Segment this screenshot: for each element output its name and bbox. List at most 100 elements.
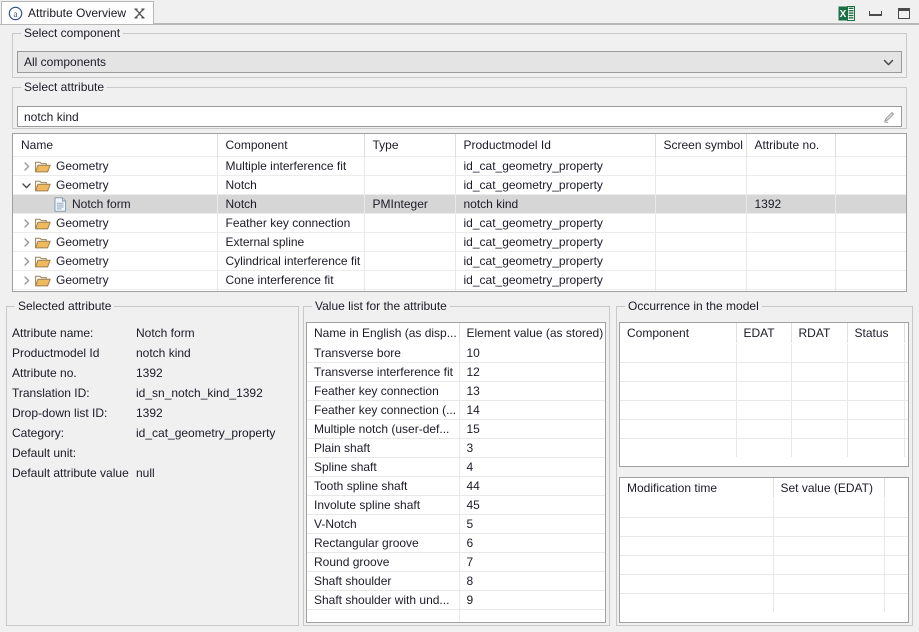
chevron-down-icon[interactable] bbox=[21, 180, 32, 191]
chevron-right-icon[interactable] bbox=[21, 161, 32, 172]
tree-row[interactable]: GeometryFeather key connectionid_cat_geo… bbox=[13, 214, 906, 233]
value-list-row[interactable]: Round groove7 bbox=[307, 553, 605, 572]
value-list-table[interactable]: Name in English (as disp... Element valu… bbox=[306, 322, 606, 623]
tree-cell-spare bbox=[835, 214, 906, 233]
value-list-col-name[interactable]: Name in English (as disp... bbox=[307, 323, 459, 344]
value-list-cell-value: 3 bbox=[459, 439, 605, 458]
tree-cell-attribute-no bbox=[746, 233, 835, 252]
tree-cell-type bbox=[364, 271, 455, 290]
chevron-right-icon[interactable] bbox=[21, 218, 32, 229]
folder-icon bbox=[35, 217, 51, 230]
value-list-row[interactable]: Feather key connection (...14 bbox=[307, 401, 605, 420]
occurrence-col-component[interactable]: Component bbox=[620, 323, 736, 344]
chevron-down-icon[interactable] bbox=[882, 56, 895, 69]
tree-cell-productmodel-id: id_cat_geometry_property bbox=[455, 233, 655, 252]
minimize-icon[interactable] bbox=[866, 4, 884, 22]
tree-row[interactable]: GeometryNotchid_cat_geometry_property bbox=[13, 176, 906, 195]
occurrence-row-empty-cell bbox=[847, 439, 904, 458]
select-component-label: Select component bbox=[21, 26, 123, 40]
value-list-row[interactable]: Tooth spline shaft44 bbox=[307, 477, 605, 496]
attribute-tree-table[interactable]: Name Component Type Productmodel Id Scre… bbox=[12, 133, 907, 292]
detail-label: Default attribute value bbox=[12, 466, 129, 480]
tree-cell-attribute-no bbox=[746, 252, 835, 271]
chevron-right-icon[interactable] bbox=[21, 275, 32, 286]
occurrence-row-empty-cell bbox=[736, 401, 791, 420]
occurrence-body bbox=[620, 344, 909, 458]
maximize-icon[interactable] bbox=[895, 4, 913, 22]
tree-cell-screen-symbol bbox=[655, 157, 746, 176]
tree-col-spare[interactable] bbox=[835, 134, 906, 157]
tree-row[interactable]: GeometryMultiple interference fitid_cat_… bbox=[13, 157, 906, 176]
value-list-row[interactable]: Shaft shoulder with und...9 bbox=[307, 591, 605, 610]
value-list-col-value[interactable]: Element value (as stored) bbox=[459, 323, 605, 344]
tree-cell-component: Notch bbox=[217, 176, 364, 195]
value-list-row[interactable]: Shaft shoulder8 bbox=[307, 572, 605, 591]
occurrence-col-edat[interactable]: EDAT bbox=[736, 323, 791, 344]
tree-cell-empty bbox=[217, 290, 364, 293]
modification-col-time[interactable]: Modification time bbox=[620, 478, 773, 499]
occurrence-col-spare[interactable] bbox=[904, 323, 909, 344]
tree-cell-component: Multiple interference fit bbox=[217, 157, 364, 176]
tree-cell-screen-symbol bbox=[655, 195, 746, 214]
modification-row-empty-cell bbox=[884, 537, 909, 556]
excel-export-icon[interactable]: X bbox=[837, 4, 855, 22]
modification-col-spare[interactable] bbox=[884, 478, 909, 499]
tree-cell-component: Notch bbox=[217, 195, 364, 214]
modification-row-empty-cell bbox=[884, 518, 909, 537]
value-list-cell-value: 7 bbox=[459, 553, 605, 572]
tab-attribute-overview[interactable]: a Attribute Overview bbox=[1, 1, 154, 24]
tree-col-screen-symbol[interactable]: Screen symbol bbox=[655, 134, 746, 157]
occurrence-col-status[interactable]: Status bbox=[847, 323, 904, 344]
tree-cell-spare bbox=[835, 195, 906, 214]
value-list-row[interactable]: Transverse interference fit12 bbox=[307, 363, 605, 382]
modification-row-empty-cell bbox=[884, 556, 909, 575]
occurrence-row-empty bbox=[620, 420, 909, 439]
tree-row[interactable]: GeometryCone interference fitid_cat_geom… bbox=[13, 271, 906, 290]
close-icon[interactable] bbox=[133, 7, 146, 20]
tree-cell-component: External spline bbox=[217, 233, 364, 252]
occurrence-table[interactable]: Component EDAT RDAT Status bbox=[619, 322, 909, 467]
tree-col-attribute-no[interactable]: Attribute no. bbox=[746, 134, 835, 157]
attribute-search-input[interactable]: notch kind bbox=[17, 106, 902, 127]
tree-row-label: Geometry bbox=[56, 178, 109, 192]
tree-col-component[interactable]: Component bbox=[217, 134, 364, 157]
tree-row[interactable]: GeometryExternal splineid_cat_geometry_p… bbox=[13, 233, 906, 252]
tree-col-productmodel-id[interactable]: Productmodel Id bbox=[455, 134, 655, 157]
pencil-icon[interactable] bbox=[882, 110, 896, 124]
modification-col-set-value[interactable]: Set value (EDAT) bbox=[773, 478, 884, 499]
value-list-row[interactable]: Plain shaft3 bbox=[307, 439, 605, 458]
tree-col-name[interactable]: Name bbox=[13, 134, 217, 157]
tree-row[interactable]: GeometryCylindrical interference fitid_c… bbox=[13, 252, 906, 271]
value-list-row[interactable]: Feather key connection13 bbox=[307, 382, 605, 401]
chevron-right-icon[interactable] bbox=[21, 256, 32, 267]
modification-table[interactable]: Modification time Set value (EDAT) bbox=[619, 477, 909, 623]
tree-cell-empty bbox=[746, 290, 835, 293]
value-list-row[interactable]: Rectangular groove6 bbox=[307, 534, 605, 553]
modification-row-empty bbox=[620, 537, 909, 556]
tree-cell-name: Geometry bbox=[13, 176, 217, 195]
value-list-row[interactable]: Multiple notch (user-def...15 bbox=[307, 420, 605, 439]
value-list-row[interactable]: Transverse bore10 bbox=[307, 344, 605, 363]
modification-row-empty bbox=[620, 575, 909, 594]
detail-label: Default unit: bbox=[12, 446, 76, 460]
tree-col-type[interactable]: Type bbox=[364, 134, 455, 157]
occurrence-col-rdat[interactable]: RDAT bbox=[791, 323, 847, 344]
tree-cell-empty bbox=[364, 290, 455, 293]
folder-icon bbox=[35, 236, 51, 249]
value-list-row[interactable]: Spline shaft4 bbox=[307, 458, 605, 477]
occurrence-row-empty-cell bbox=[736, 363, 791, 382]
window-buttons: X bbox=[837, 3, 913, 23]
occurrence-row-empty-cell bbox=[736, 344, 791, 363]
component-combo[interactable]: All components bbox=[17, 51, 902, 73]
chevron-right-icon[interactable] bbox=[21, 237, 32, 248]
value-list-row[interactable]: Involute spline shaft45 bbox=[307, 496, 605, 515]
value-list-row[interactable]: V-Notch5 bbox=[307, 515, 605, 534]
occurrence-row-empty-cell bbox=[847, 420, 904, 439]
modification-row-empty bbox=[620, 556, 909, 575]
tree-cell-empty bbox=[455, 290, 655, 293]
tree-cell-attribute-no: 1392 bbox=[746, 195, 835, 214]
value-list-cell-value: 5 bbox=[459, 515, 605, 534]
detail-label: Drop-down list ID: bbox=[12, 406, 107, 420]
tree-cell-component: Cone interference fit bbox=[217, 271, 364, 290]
tree-row[interactable]: Notch formNotchPMIntegernotch kind1392 bbox=[13, 195, 906, 214]
